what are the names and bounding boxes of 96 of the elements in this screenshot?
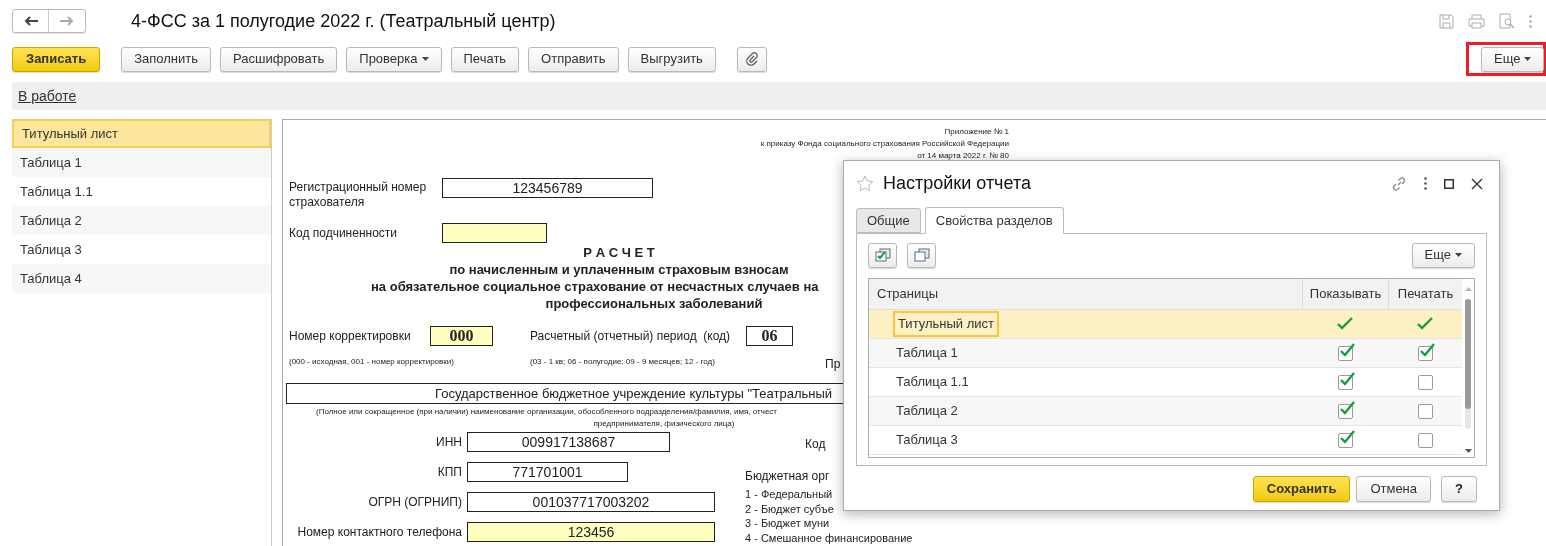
more-button[interactable]: Еще: [1411, 242, 1475, 268]
column-header[interactable]: Показывать: [1302, 279, 1388, 309]
window-title: 4-ФСС за 1 полугодие 2022 г. (Театральный центр): [131, 9, 556, 33]
checkbox[interactable]: [1417, 374, 1433, 390]
form-subheading: на обязательное социальное страхование от несчастных случаев на: [371, 278, 819, 295]
link-icon[interactable]: [1391, 175, 1407, 192]
uncheck-all-button[interactable]: [907, 242, 936, 268]
caret-icon: [421, 57, 429, 61]
table-row[interactable]: Таблица 2: [869, 397, 1462, 426]
appendix-text: Приложение № 1: [944, 126, 1009, 138]
maximize-icon[interactable]: [1444, 178, 1454, 189]
field-note: предпринимателя, физического лица): [593, 418, 735, 430]
more-button[interactable]: Еще: [1481, 46, 1545, 72]
budget-option: 2 - Бюджет субъе: [745, 501, 913, 516]
check-icon[interactable]: [1417, 317, 1433, 331]
form-field[interactable]: 06: [746, 326, 793, 346]
toolbar-button[interactable]: Отправить: [528, 46, 619, 72]
scroll-down-icon[interactable]: [1464, 449, 1472, 453]
cancel-button[interactable]: Отмена: [1356, 476, 1432, 502]
field-label: Код подчиненности: [289, 225, 399, 242]
form-field[interactable]: 123456: [467, 522, 715, 542]
table-row[interactable]: Титульный лист: [869, 310, 1462, 339]
appendix-text: к приказу Фонда социального страхования Российской Федерации: [760, 138, 1009, 150]
toolbar-button[interactable]: Печать: [450, 46, 520, 72]
save-button[interactable]: Записать: [12, 46, 101, 72]
form-subheading: по начисленным и уплаченным страховым взносам: [449, 261, 789, 278]
field-label: Пр: [825, 356, 841, 373]
form-field[interactable]: 009917138687: [467, 432, 670, 452]
table-row[interactable]: Таблица 1: [869, 339, 1462, 368]
budget-option: 3 - Бюджет муни: [745, 516, 913, 531]
field-label: Бюджетная орг: [745, 468, 831, 485]
appendix-text: от 14 марта 2022 г. № 80: [917, 150, 1009, 162]
checkbox[interactable]: [1417, 403, 1433, 419]
toolbar-button[interactable]: Расшифровать: [220, 46, 338, 72]
save-icon[interactable]: [1439, 13, 1454, 29]
sidebar-item[interactable]: Таблица 1: [12, 148, 271, 177]
dialog-title: Настройки отчета: [883, 172, 1031, 195]
field-label: ИНН: [435, 434, 463, 451]
attach-button[interactable]: [736, 46, 767, 72]
dropdown-button[interactable]: Проверка: [346, 46, 442, 72]
check-icon[interactable]: [1337, 317, 1353, 331]
arrow-left-icon: [23, 16, 38, 26]
field-note: (Полное или сокращенное (при наличии) наименование организации, обособленного подразделения/фамилия, имя, отчест: [316, 406, 777, 418]
column-header[interactable]: Страницы: [869, 279, 1302, 309]
form-field[interactable]: 771701001: [467, 462, 628, 482]
sidebar-item[interactable]: Таблица 4: [12, 264, 271, 293]
caret-icon: [1524, 57, 1532, 61]
field-label: КПП: [436, 464, 463, 481]
checkbox[interactable]: [1337, 432, 1353, 448]
scrollbar-track[interactable]: [1465, 299, 1471, 429]
form-field[interactable]: 123456789: [442, 178, 653, 198]
page-name: Таблица 3: [895, 431, 959, 450]
sidebar-item[interactable]: Таблица 2: [12, 206, 271, 235]
help-button[interactable]: ?: [1441, 476, 1477, 502]
field-note: (03 - 1 кв; 06 - полугодие; 09 - 9 месяцев; 12 - год): [530, 356, 716, 368]
checkbox[interactable]: [1417, 432, 1433, 448]
toolbar-button[interactable]: Заполнить: [121, 46, 212, 72]
checkbox[interactable]: [1337, 374, 1353, 390]
status-link[interactable]: В работе: [18, 85, 77, 107]
field-label: ОГРН (ОГРНИП): [367, 494, 463, 511]
checkbox[interactable]: [1337, 403, 1353, 419]
caret-icon: [1455, 253, 1462, 257]
star-icon[interactable]: [856, 175, 874, 192]
page-name: Таблица 1: [895, 344, 959, 363]
checkbox[interactable]: [1337, 345, 1353, 361]
tab[interactable]: Свойства разделов: [924, 207, 1064, 234]
page-name: Таблица 2: [895, 402, 959, 421]
field-label: Регистрационный номер страхователя: [289, 179, 428, 210]
page-name: Титульный лист: [893, 311, 999, 337]
preview-icon[interactable]: [1499, 13, 1515, 29]
print-icon[interactable]: [1468, 13, 1485, 29]
scrollbar-thumb[interactable]: [1465, 299, 1471, 409]
paperclip-icon: [745, 52, 758, 66]
form-field[interactable]: 001037717003202: [467, 492, 715, 512]
budget-option: 1 - Федеральный: [745, 487, 913, 502]
arrow-right-icon: [60, 16, 74, 26]
budget-option: 4 - Смешанное финансирование: [745, 530, 913, 545]
form-heading: Р А С Ч Е Т: [583, 244, 655, 261]
save-button[interactable]: Сохранить: [1252, 476, 1351, 502]
field-label: Расчетный (отчетный) период (код): [530, 328, 732, 345]
close-icon[interactable]: [1471, 177, 1483, 190]
toolbar-button[interactable]: Выгрузить: [627, 46, 716, 72]
form-subheading: профессиональных заболеваний: [545, 295, 763, 312]
form-field[interactable]: [442, 223, 547, 243]
uncheck-all-icon: [913, 248, 930, 262]
check-all-icon: [874, 248, 891, 262]
form-field[interactable]: 000: [430, 326, 493, 346]
tab[interactable]: Общие: [856, 208, 921, 233]
check-all-button[interactable]: [868, 242, 897, 268]
scroll-up-icon[interactable]: [1464, 287, 1472, 291]
field-note: (000 - исходная, 001 - номер корректировки): [289, 356, 455, 368]
more-icon[interactable]: [1424, 177, 1427, 190]
field-label: Номер корректировки: [289, 328, 412, 345]
sidebar-item[interactable]: Титульный лист: [12, 119, 271, 148]
checkbox[interactable]: [1417, 345, 1433, 361]
field-label: Номер контактного телефона: [296, 524, 463, 541]
